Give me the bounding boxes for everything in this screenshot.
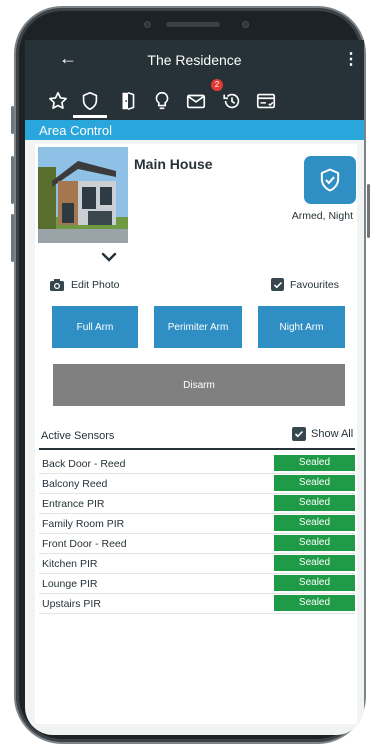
chevron-down-icon[interactable] bbox=[101, 252, 117, 262]
sensor-name: Upstairs PIR bbox=[42, 598, 101, 610]
section-title: Area Control bbox=[39, 123, 112, 138]
edit-photo-button[interactable]: Edit Photo bbox=[49, 278, 119, 292]
sensor-name: Back Door - Reed bbox=[42, 458, 126, 470]
sensor-status-badge: Sealed bbox=[274, 475, 355, 491]
phone-speaker bbox=[166, 22, 220, 27]
night-arm-button[interactable]: Night Arm bbox=[258, 306, 345, 348]
sensor-name: Front Door - Reed bbox=[42, 538, 127, 550]
phone-sensor-dot bbox=[144, 21, 151, 28]
sensor-status-badge: Sealed bbox=[274, 575, 355, 591]
sensor-row[interactable]: Front Door - Reed Sealed bbox=[39, 534, 355, 554]
active-tab-indicator bbox=[73, 115, 107, 118]
disarm-button[interactable]: Disarm bbox=[53, 364, 345, 406]
active-sensors-heading: Active Sensors bbox=[41, 430, 115, 442]
tab-history[interactable] bbox=[219, 88, 245, 114]
favourites-label: Favourites bbox=[290, 278, 340, 291]
sensor-status-badge: Sealed bbox=[274, 455, 355, 471]
sensor-row[interactable]: Back Door - Reed Sealed bbox=[39, 454, 355, 474]
sensor-row[interactable]: Kitchen PIR Sealed bbox=[39, 554, 355, 574]
sensor-list: Back Door - Reed Sealed Balcony Reed Sea… bbox=[39, 454, 355, 614]
sensor-status-badge: Sealed bbox=[274, 555, 355, 571]
more-vertical-icon[interactable]: ⋮ bbox=[343, 49, 359, 69]
full-arm-button[interactable]: Full Arm bbox=[52, 306, 138, 348]
area-photo[interactable] bbox=[38, 147, 128, 243]
section-header: Area Control bbox=[25, 120, 364, 140]
area-status-text: Armed, Night bbox=[291, 210, 353, 222]
sensor-row[interactable]: Entrance PIR Sealed bbox=[39, 494, 355, 514]
phone-volume-up-button bbox=[11, 156, 14, 204]
door-icon bbox=[122, 91, 135, 111]
star-icon bbox=[49, 91, 67, 109]
notification-badge: 2 bbox=[211, 79, 223, 91]
shield-icon bbox=[82, 91, 98, 111]
sensor-status-badge: Sealed bbox=[274, 535, 355, 551]
sensor-row[interactable]: Upstairs PIR Sealed bbox=[39, 594, 355, 614]
sensor-name: Kitchen PIR bbox=[42, 558, 98, 570]
sensor-row[interactable]: Lounge PIR Sealed bbox=[39, 574, 355, 594]
tab-keypad[interactable] bbox=[253, 88, 279, 114]
area-name: Main House bbox=[134, 156, 213, 172]
area-card: Main House Armed, Night Edit Photo Favou… bbox=[35, 144, 357, 724]
tab-messages[interactable] bbox=[183, 88, 209, 114]
sensor-name: Family Room PIR bbox=[42, 518, 125, 530]
favourites-toggle[interactable]: Favourites bbox=[271, 278, 339, 291]
sensor-name: Entrance PIR bbox=[42, 498, 105, 510]
sensor-row[interactable]: Balcony Reed Sealed bbox=[39, 474, 355, 494]
phone-volume-down-button bbox=[11, 214, 14, 262]
shield-check-icon bbox=[320, 168, 340, 192]
house-image bbox=[38, 147, 128, 243]
camera-icon bbox=[50, 279, 64, 291]
app-bar: ← The Residence ⋮ bbox=[25, 40, 364, 82]
sensor-name: Balcony Reed bbox=[42, 478, 108, 490]
edit-photo-label: Edit Photo bbox=[71, 279, 120, 291]
sensor-row[interactable]: Family Room PIR Sealed bbox=[39, 514, 355, 534]
app-title: The Residence bbox=[147, 52, 242, 68]
tab-bar bbox=[25, 82, 364, 120]
sensor-status-badge: Sealed bbox=[274, 595, 355, 611]
phone-power-button bbox=[367, 184, 370, 238]
tab-lights[interactable] bbox=[149, 88, 175, 114]
sensor-name: Lounge PIR bbox=[42, 578, 98, 590]
check-icon bbox=[294, 430, 304, 438]
show-all-checkbox[interactable] bbox=[292, 427, 306, 441]
history-icon bbox=[223, 93, 240, 109]
favourites-checkbox[interactable] bbox=[271, 278, 284, 291]
sensor-list-divider bbox=[39, 448, 355, 450]
sensor-status-badge: Sealed bbox=[274, 515, 355, 531]
tab-area-control[interactable] bbox=[77, 88, 103, 114]
tab-favourites[interactable] bbox=[45, 88, 71, 114]
area-status-button[interactable] bbox=[304, 156, 356, 204]
mail-icon bbox=[186, 94, 206, 109]
sensor-status-badge: Sealed bbox=[274, 495, 355, 511]
phone-side-button bbox=[11, 106, 14, 134]
card-icon bbox=[256, 93, 276, 109]
show-all-label: Show All bbox=[311, 428, 354, 440]
phone-camera-dot bbox=[242, 21, 249, 28]
app-screen: ← The Residence ⋮ 2 Area Control Main Ho… bbox=[25, 40, 364, 735]
lightbulb-icon bbox=[155, 91, 169, 110]
tab-doors[interactable] bbox=[115, 88, 141, 114]
perimeter-arm-button[interactable]: Perimiter Arm bbox=[154, 306, 242, 348]
show-all-toggle[interactable]: Show All bbox=[292, 427, 353, 441]
check-icon bbox=[273, 281, 282, 288]
